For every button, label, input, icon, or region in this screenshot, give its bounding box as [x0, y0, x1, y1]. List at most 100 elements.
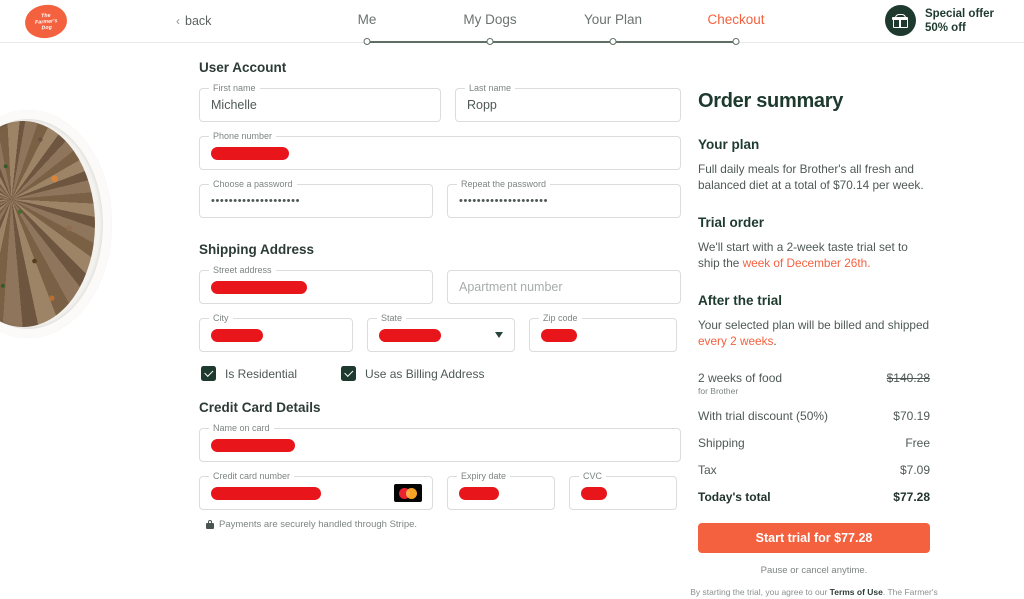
- state-select[interactable]: State: [367, 313, 515, 352]
- state-label: State: [377, 313, 407, 324]
- expiry-date-redaction: [459, 486, 499, 500]
- price-lines: 2 weeks of food for Brother $140.28 With…: [698, 371, 930, 504]
- line-item-label: Shipping: [698, 436, 745, 450]
- cvc-field[interactable]: CVC: [569, 471, 677, 510]
- fine-print-prefix: By starting the trial, you agree to our: [690, 587, 830, 597]
- step-me[interactable]: Me: [358, 12, 377, 27]
- cvc-redaction: [581, 486, 607, 500]
- billing-frequency: every 2 weeks: [698, 334, 774, 348]
- phone-number-field[interactable]: Phone number: [199, 131, 681, 170]
- password-row: Choose a password •••••••••••••••••••• R…: [199, 179, 681, 218]
- zip-code-label: Zip code: [539, 313, 582, 324]
- street-address-redaction: [211, 280, 307, 294]
- address-options: Is Residential Use as Billing Address: [201, 366, 681, 381]
- after-trial-text: Your selected plan will be billed and sh…: [698, 317, 930, 349]
- is-residential-checkbox[interactable]: Is Residential: [201, 366, 297, 381]
- line-item: With trial discount (50%) $70.19: [698, 409, 930, 423]
- start-trial-button[interactable]: Start trial for $77.28: [698, 523, 930, 553]
- expiry-date-label: Expiry date: [457, 471, 511, 482]
- back-button[interactable]: ‹ back: [176, 14, 211, 28]
- last-name-value: Ropp: [466, 98, 497, 112]
- line-item-amount: $7.09: [899, 463, 930, 477]
- password-field[interactable]: Choose a password ••••••••••••••••••••: [199, 179, 433, 218]
- stepper-track: [367, 41, 737, 43]
- dog-food-bowl-image: [0, 110, 112, 338]
- after-trial-heading: After the trial: [698, 293, 783, 308]
- phone-row: Phone number: [199, 131, 681, 170]
- credit-card-number-redaction: [211, 486, 321, 500]
- total-label: Today's total: [698, 490, 771, 504]
- name-row: First name Michelle Last name Ropp: [199, 83, 681, 122]
- logo-text: The Farmer's Dog: [34, 12, 58, 31]
- terms-of-use-link[interactable]: Terms of Use: [830, 587, 883, 597]
- name-on-card-row: Name on card: [199, 423, 681, 462]
- first-name-field[interactable]: First name Michelle: [199, 83, 441, 122]
- name-on-card-label: Name on card: [209, 423, 274, 434]
- checkbox-checked-icon: [341, 366, 357, 381]
- use-as-billing-label: Use as Billing Address: [365, 366, 485, 381]
- trial-order-text: We'll start with a 2-week taste trial se…: [698, 239, 930, 271]
- name-on-card-field[interactable]: Name on card: [199, 423, 681, 462]
- checkout-stepper: Me My Dogs Your Plan Checkout: [345, 12, 775, 45]
- city-field[interactable]: City: [199, 313, 353, 352]
- checkout-form: User Account First name Michelle Last na…: [199, 60, 681, 530]
- your-plan-heading: Your plan: [698, 137, 760, 152]
- zip-code-field[interactable]: Zip code: [529, 313, 677, 352]
- first-name-label: First name: [209, 83, 260, 94]
- line-item: Shipping Free: [698, 436, 930, 450]
- apartment-number-field[interactable]: Apartment number: [447, 270, 681, 304]
- zip-code-redaction: [541, 328, 577, 342]
- mastercard-icon: [394, 484, 422, 502]
- special-offer-badge[interactable]: Special offer 50% off: [884, 5, 994, 36]
- trial-ship-date: week of December 26th.: [742, 256, 871, 270]
- password-repeat-value: ••••••••••••••••••••: [459, 195, 549, 207]
- stepper-dot-your-plan[interactable]: [609, 38, 617, 45]
- line-item-label: Tax: [698, 463, 717, 477]
- state-redaction: [379, 328, 441, 342]
- line-item-label: With trial discount (50%): [698, 409, 829, 423]
- password-value: ••••••••••••••••••••: [211, 195, 301, 207]
- credit-card-number-field[interactable]: Credit card number: [199, 471, 433, 510]
- line-item: 2 weeks of food for Brother $140.28: [698, 371, 930, 396]
- back-label: back: [185, 14, 212, 28]
- after-trial-text-suffix: .: [773, 334, 777, 348]
- password-repeat-field[interactable]: Repeat the password ••••••••••••••••••••: [447, 179, 681, 218]
- phone-number-label: Phone number: [209, 131, 277, 142]
- line-item-amount: $140.28: [886, 371, 930, 385]
- phone-number-redaction: [211, 146, 289, 160]
- expiry-date-field[interactable]: Expiry date: [447, 471, 555, 510]
- password-label: Choose a password: [209, 179, 297, 190]
- gift-icon: [884, 5, 916, 36]
- line-item: Tax $7.09: [698, 463, 930, 477]
- step-your-plan[interactable]: Your Plan: [584, 12, 642, 27]
- city-redaction: [211, 328, 263, 342]
- total-amount: $77.28: [893, 490, 930, 504]
- your-plan-text: Full daily meals for Brother's all fresh…: [698, 162, 924, 192]
- stepper-dot-my-dogs[interactable]: [486, 38, 494, 45]
- user-account-heading: User Account: [199, 60, 287, 75]
- use-as-billing-checkbox[interactable]: Use as Billing Address: [341, 366, 484, 381]
- terms-fine-print: By starting the trial, you agree to our …: [689, 586, 939, 599]
- step-my-dogs[interactable]: My Dogs: [463, 12, 516, 27]
- farmers-dog-logo[interactable]: The Farmer's Dog: [23, 2, 69, 41]
- credit-card-heading: Credit Card Details: [199, 400, 321, 415]
- name-on-card-redaction: [211, 438, 295, 452]
- first-name-value: Michelle: [211, 98, 257, 112]
- stripe-security-note: Payments are securely handled through St…: [206, 519, 681, 530]
- stepper-labels: Me My Dogs Your Plan Checkout: [345, 12, 775, 30]
- stepper-dot-me[interactable]: [363, 38, 371, 45]
- cvc-label: CVC: [579, 471, 607, 482]
- fine-print-suffix: . The Farmer's: [882, 587, 938, 597]
- stripe-security-text: Payments are securely handled through St…: [219, 519, 418, 530]
- step-checkout[interactable]: Checkout: [707, 12, 764, 27]
- street-address-field[interactable]: Street address: [199, 265, 433, 304]
- password-repeat-label: Repeat the password: [457, 179, 551, 190]
- last-name-field[interactable]: Last name Ropp: [454, 83, 681, 122]
- offer-line-1: Special offer: [924, 7, 994, 20]
- stepper-dot-checkout[interactable]: [732, 38, 740, 45]
- line-item-sub: for Brother: [698, 386, 739, 396]
- shipping-address-heading: Shipping Address: [199, 242, 315, 257]
- street-row: Street address Apartment number: [199, 265, 681, 304]
- pause-cancel-note: Pause or cancel anytime.: [760, 565, 868, 576]
- street-address-label: Street address: [209, 265, 276, 276]
